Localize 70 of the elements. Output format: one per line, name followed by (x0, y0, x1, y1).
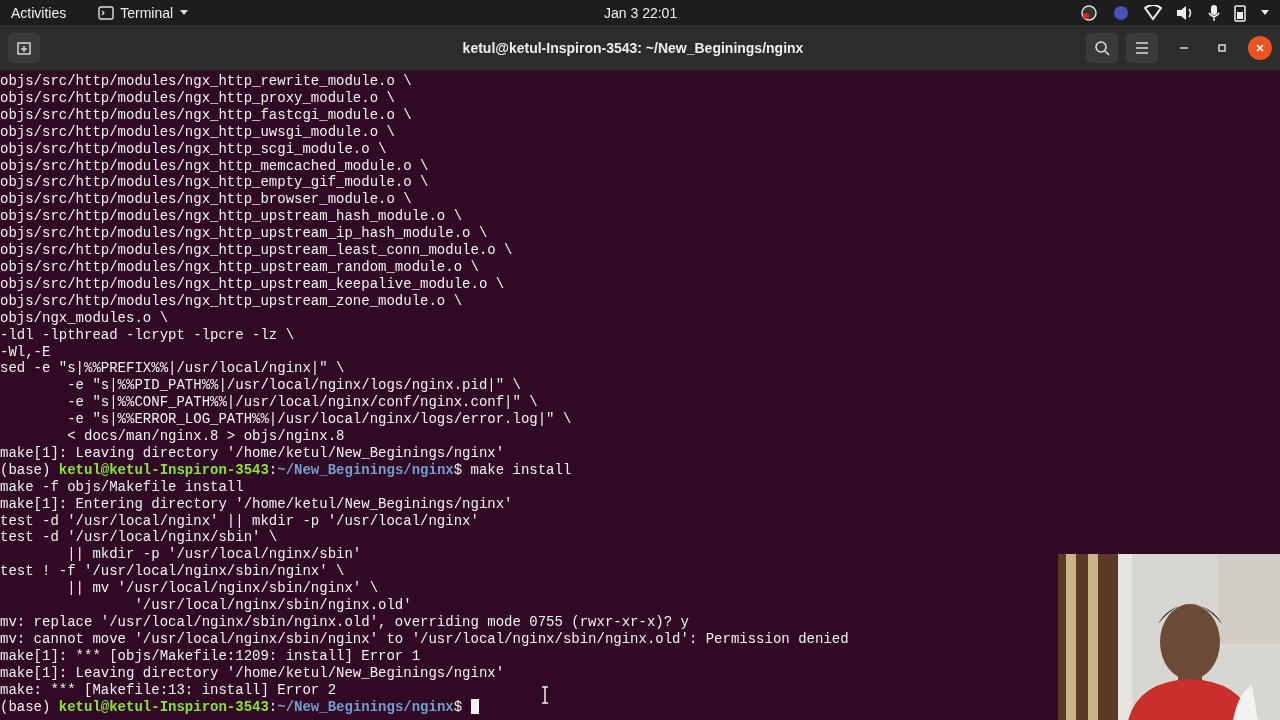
new-tab-icon (16, 39, 32, 56)
terminal-line: objs/ngx_modules.o \ (0, 309, 169, 327)
search-button[interactable] (1086, 32, 1118, 63)
prompt-path: ~/New_Beginings/nginx (277, 461, 454, 479)
window-title: ketul@ketul-Inspiron-3543: ~/New_Beginings/nginx (461, 39, 805, 56)
terminal-line: objs/src/http/modules/ngx_http_upstream_least_conn_module.o \ (0, 242, 513, 259)
terminal-line: make: *** [Makefile:13: install] Error 2 (0, 681, 337, 699)
prompt-dollar: $ (453, 461, 463, 479)
wifi-icon[interactable] (1144, 4, 1162, 21)
terminal-line: -ldl -lpthread -lcrypt -lpcre -lz \ (0, 326, 295, 344)
app-menu[interactable]: Terminal (98, 4, 190, 21)
close-icon (1255, 42, 1265, 53)
mouse-pointer-icon (541, 686, 549, 704)
activities-button[interactable]: Activities (10, 4, 71, 21)
search-icon (1094, 39, 1110, 56)
terminal-line: objs/src/http/modules/ngx_http_fastcgi_module.o \ (0, 106, 412, 124)
terminal-line: -e "s|%%ERROR_LOG_PATH%%|/usr/local/nginx/logs/error.log|" \ (66, 411, 572, 429)
prompt-user: ketul@ketul-Inspiron-3543 (58, 698, 269, 716)
terminal-line: make[1]: Leaving directory '/home/ketul/New_Beginings/nginx' (0, 444, 505, 462)
terminal-line: sed -e "s|%%PREFIX%%|/usr/local/nginx|" \ (0, 360, 345, 378)
terminal-line: objs/src/http/modules/ngx_http_upstream_ip_hash_module.o \ (0, 225, 488, 243)
terminal-line: objs/src/http/modules/ngx_http_memcached_module.o \ (0, 157, 429, 175)
terminal-line: test ! -f '/usr/local/nginx/sbin/nginx' \ (0, 563, 345, 581)
terminal-line: -e "s|%%CONF_PATH%%|/usr/local/nginx/conf/nginx.conf|" \ (66, 394, 538, 412)
prompt-env: (base) (0, 698, 51, 716)
terminal-line: mv: replace '/usr/local/nginx/sbin/nginx.old', overriding mode 0755 (rwxr-xr-x)? y (0, 614, 689, 631)
terminal-line: objs/src/http/modules/ngx_http_upstream_hash_module.o \ (0, 208, 463, 226)
terminal-line: objs/src/http/modules/ngx_http_rewrite_module.o \ (0, 73, 412, 90)
terminal-line: || mv '/usr/local/nginx/sbin/nginx' \ (66, 580, 379, 598)
clock[interactable]: Jan 3 22:01 (604, 4, 678, 21)
restore-icon (1217, 42, 1227, 53)
prompt-user: ketul@ketul-Inspiron-3543 (58, 461, 269, 479)
terminal-line: make[1]: Entering directory '/home/ketul/New_Beginings/nginx' (0, 495, 513, 513)
terminal-line: < docs/man/nginx.8 > objs/nginx.8 (66, 428, 345, 445)
terminal-line: objs/src/http/modules/ngx_http_upstream_random_module.o \ (0, 258, 479, 276)
command-text: make install (470, 461, 572, 479)
caret-icon[interactable] (1260, 9, 1270, 16)
volume-icon[interactable] (1176, 4, 1194, 21)
terminal-line: objs/src/http/modules/ngx_http_empty_gif_module.o \ (0, 174, 429, 192)
record-app-icon[interactable] (1080, 3, 1098, 22)
terminal-line: make -f objs/Makefile install (0, 478, 244, 496)
terminal-line: objs/src/http/modules/ngx_http_upstream_keepalive_module.o \ (0, 275, 505, 293)
terminal-line: test -d '/usr/local/nginx' || mkdir -p '/usr/local/nginx' (0, 512, 479, 530)
terminal-line: || mkdir -p '/usr/local/nginx/sbin' (66, 546, 362, 564)
terminal-line: make[1]: Leaving directory '/home/ketul/New_Beginings/nginx' (0, 664, 505, 682)
prompt-env: (base) (0, 461, 51, 479)
battery-icon[interactable] (1234, 3, 1246, 22)
terminal-line: objs/src/http/modules/ngx_http_scgi_module.o \ (0, 140, 387, 158)
prompt-path: ~/New_Beginings/nginx (277, 698, 454, 716)
menu-button[interactable] (1126, 32, 1158, 63)
close-button[interactable] (1248, 35, 1272, 60)
prompt-separator: : (268, 461, 278, 479)
new-tab-button[interactable] (8, 32, 40, 63)
caret-icon (179, 9, 190, 16)
microphone-icon[interactable] (1208, 3, 1220, 22)
minimize-icon (1179, 46, 1189, 49)
terminal-line: -e "s|%%PID_PATH%%|/usr/local/nginx/logs/nginx.pid|" \ (66, 377, 521, 395)
terminal-line: objs/src/http/modules/ngx_http_browser_module.o \ (0, 191, 412, 209)
menu-icon (1135, 41, 1149, 54)
terminal-line: objs/src/http/modules/ngx_http_upstream_zone_module.o \ (0, 292, 463, 310)
terminal-icon (98, 5, 115, 20)
terminal-line: objs/src/http/modules/ngx_http_proxy_module.o \ (0, 89, 395, 107)
terminal-line: '/usr/local/nginx/sbin/nginx.old' (133, 597, 412, 614)
terminal-line: make[1]: *** [objs/Makefile:1209: install] Error 1 (0, 647, 421, 665)
terminal-line: objs/src/http/modules/ngx_http_uwsgi_module.o \ (0, 123, 395, 141)
terminal-line: -Wl,-E (0, 343, 51, 361)
prompt-separator: : (268, 698, 278, 716)
terminal-line: mv: cannot move '/usr/local/nginx/sbin/nginx' to '/usr/local/nginx/sbin/nginx.old': Permission denied (0, 630, 849, 648)
prompt-dollar: $ (453, 698, 463, 716)
terminal-line: test -d '/usr/local/nginx/sbin' \ (0, 529, 278, 547)
